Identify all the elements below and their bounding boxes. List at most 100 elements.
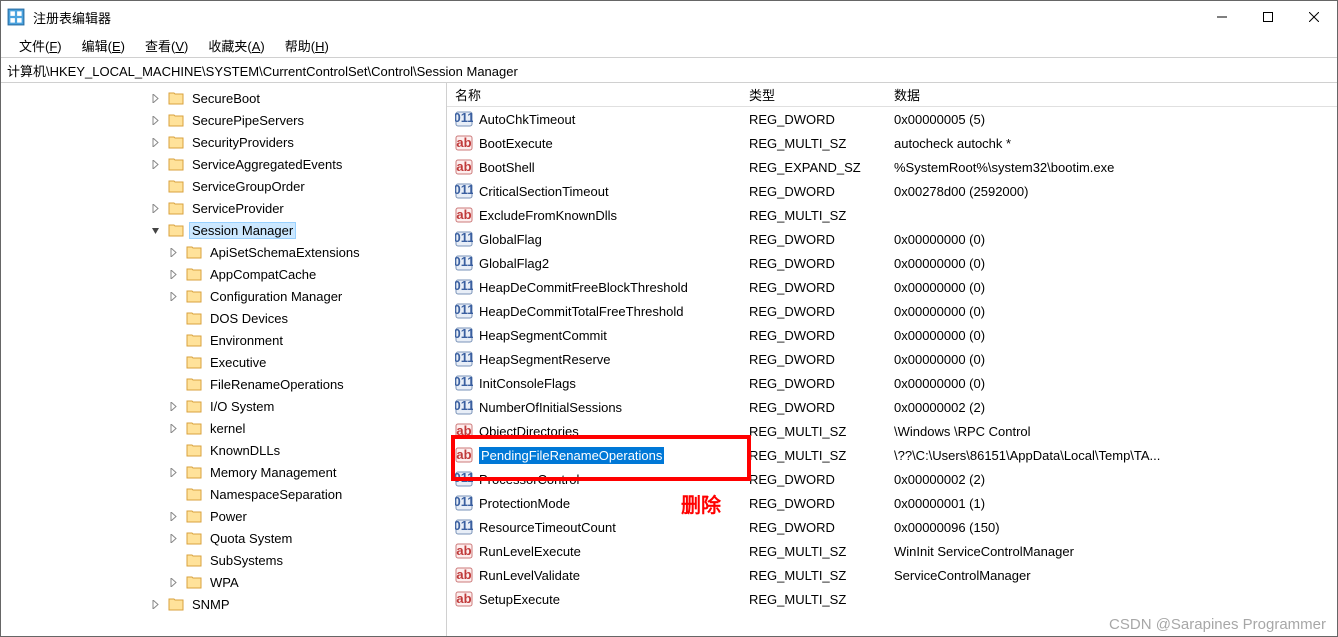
tree-twisty-icon[interactable] (169, 534, 185, 543)
tree-twisty-icon[interactable] (169, 292, 185, 301)
tree-item[interactable]: SecureBoot (1, 87, 446, 109)
value-row[interactable]: SetupExecuteREG_MULTI_SZ (447, 587, 1337, 611)
value-row[interactable]: ResourceTimeoutCountREG_DWORD0x00000096 … (447, 515, 1337, 539)
tree-item[interactable]: Power (1, 505, 446, 527)
tree-twisty-icon[interactable] (151, 138, 167, 147)
binary-value-icon (455, 231, 473, 247)
value-type: REG_MULTI_SZ (741, 542, 886, 561)
tree-item[interactable]: SecurityProviders (1, 131, 446, 153)
value-row[interactable]: ProcessorControlREG_DWORD0x00000002 (2) (447, 467, 1337, 491)
value-row[interactable]: CriticalSectionTimeoutREG_DWORD0x00278d0… (447, 179, 1337, 203)
string-value-icon (455, 591, 473, 607)
value-name: ResourceTimeoutCount (479, 520, 616, 535)
tree-item[interactable]: Session Manager (1, 219, 446, 241)
value-row[interactable]: BootExecuteREG_MULTI_SZautocheck autochk… (447, 131, 1337, 155)
column-name[interactable]: 名称 (447, 83, 741, 106)
minimize-button[interactable] (1199, 1, 1245, 33)
tree-item[interactable]: Memory Management (1, 461, 446, 483)
tree-twisty-icon[interactable] (169, 578, 185, 587)
addressbar[interactable]: 计算机\HKEY_LOCAL_MACHINE\SYSTEM\CurrentCon… (1, 57, 1337, 83)
close-button[interactable] (1291, 1, 1337, 33)
tree-twisty-icon[interactable] (151, 600, 167, 609)
tree-item[interactable]: Quota System (1, 527, 446, 549)
menu-favorites[interactable]: 收藏夹(A) (200, 34, 272, 57)
tree-item-label: ServiceAggregatedEvents (189, 156, 345, 173)
tree-item[interactable]: FileRenameOperations (1, 373, 446, 395)
tree-item[interactable]: DOS Devices (1, 307, 446, 329)
tree-item-label: Power (207, 508, 250, 525)
tree-twisty-icon[interactable] (169, 270, 185, 279)
folder-icon (185, 486, 203, 502)
tree-twisty-icon[interactable] (169, 512, 185, 521)
value-row[interactable]: GlobalFlagREG_DWORD0x00000000 (0) (447, 227, 1337, 251)
tree-item[interactable]: ServiceAggregatedEvents (1, 153, 446, 175)
folder-icon (167, 156, 185, 172)
value-row[interactable]: NumberOfInitialSessionsREG_DWORD0x000000… (447, 395, 1337, 419)
value-type: REG_MULTI_SZ (741, 206, 886, 225)
column-type[interactable]: 类型 (741, 83, 886, 106)
value-row[interactable]: RunLevelValidateREG_MULTI_SZServiceContr… (447, 563, 1337, 587)
value-type: REG_MULTI_SZ (741, 446, 886, 465)
tree-twisty-icon[interactable] (151, 116, 167, 125)
value-row[interactable]: InitConsoleFlagsREG_DWORD0x00000000 (0) (447, 371, 1337, 395)
tree-item[interactable]: Environment (1, 329, 446, 351)
string-value-icon (455, 207, 473, 223)
binary-value-icon (455, 495, 473, 511)
value-row[interactable]: GlobalFlag2REG_DWORD0x00000000 (0) (447, 251, 1337, 275)
tree-item[interactable]: WPA (1, 571, 446, 593)
menu-edit[interactable]: 编辑(E) (74, 34, 133, 57)
tree-item[interactable]: Executive (1, 351, 446, 373)
tree-item[interactable]: NamespaceSeparation (1, 483, 446, 505)
folder-icon (167, 90, 185, 106)
value-row[interactable]: HeapDeCommitTotalFreeThresholdREG_DWORD0… (447, 299, 1337, 323)
value-type: REG_MULTI_SZ (741, 134, 886, 153)
value-row[interactable]: PendingFileRenameOperationsREG_MULTI_SZ\… (447, 443, 1337, 467)
value-data: WinInit ServiceControlManager (886, 542, 1337, 561)
folder-icon (185, 552, 203, 568)
value-name: ExcludeFromKnownDlls (479, 208, 617, 223)
tree-item[interactable]: Configuration Manager (1, 285, 446, 307)
value-type: REG_DWORD (741, 230, 886, 249)
tree-item[interactable]: SubSystems (1, 549, 446, 571)
value-row[interactable]: RunLevelExecuteREG_MULTI_SZWinInit Servi… (447, 539, 1337, 563)
tree-twisty-icon[interactable] (169, 468, 185, 477)
folder-icon (185, 332, 203, 348)
tree-twisty-icon[interactable] (151, 94, 167, 103)
tree-twisty-icon[interactable] (151, 226, 167, 235)
value-type: REG_DWORD (741, 398, 886, 417)
tree-item[interactable]: ServiceGroupOrder (1, 175, 446, 197)
folder-icon (185, 508, 203, 524)
value-row[interactable]: HeapSegmentCommitREG_DWORD0x00000000 (0) (447, 323, 1337, 347)
maximize-button[interactable] (1245, 1, 1291, 33)
value-row[interactable]: BootShellREG_EXPAND_SZ%SystemRoot%\syste… (447, 155, 1337, 179)
value-row[interactable]: HeapDeCommitFreeBlockThresholdREG_DWORD0… (447, 275, 1337, 299)
tree-item[interactable]: ServiceProvider (1, 197, 446, 219)
column-data[interactable]: 数据 (886, 83, 1337, 106)
menu-help[interactable]: 帮助(H) (277, 34, 337, 57)
menu-view[interactable]: 查看(V) (137, 34, 196, 57)
value-name: GlobalFlag (479, 232, 542, 247)
tree-twisty-icon[interactable] (169, 248, 185, 257)
tree-item[interactable]: SNMP (1, 593, 446, 615)
menu-file[interactable]: 文件(F) (11, 34, 70, 57)
tree-twisty-icon[interactable] (169, 424, 185, 433)
tree-item[interactable]: AppCompatCache (1, 263, 446, 285)
tree-twisty-icon[interactable] (169, 402, 185, 411)
content-area: SecureBootSecurePipeServersSecurityProvi… (1, 83, 1337, 636)
value-row[interactable]: ExcludeFromKnownDlls REG_MULTI_SZ (447, 203, 1337, 227)
list-pane[interactable]: 名称 类型 数据 AutoChkTimeoutREG_DWORD0x000000… (447, 83, 1337, 636)
value-row[interactable]: ProtectionModeREG_DWORD0x00000001 (1) (447, 491, 1337, 515)
tree-pane[interactable]: SecureBootSecurePipeServersSecurityProvi… (1, 83, 447, 636)
value-data: 0x00000000 (0) (886, 254, 1337, 273)
tree-item[interactable]: ApiSetSchemaExtensions (1, 241, 446, 263)
tree-item[interactable]: SecurePipeServers (1, 109, 446, 131)
tree-item[interactable]: KnownDLLs (1, 439, 446, 461)
tree-twisty-icon[interactable] (151, 204, 167, 213)
string-value-icon (455, 447, 473, 463)
tree-twisty-icon[interactable] (151, 160, 167, 169)
value-row[interactable]: HeapSegmentReserveREG_DWORD0x00000000 (0… (447, 347, 1337, 371)
tree-item[interactable]: kernel (1, 417, 446, 439)
value-row[interactable]: AutoChkTimeoutREG_DWORD0x00000005 (5) (447, 107, 1337, 131)
tree-item[interactable]: I/O System (1, 395, 446, 417)
value-row[interactable]: ObjectDirectoriesREG_MULTI_SZ\Windows \R… (447, 419, 1337, 443)
